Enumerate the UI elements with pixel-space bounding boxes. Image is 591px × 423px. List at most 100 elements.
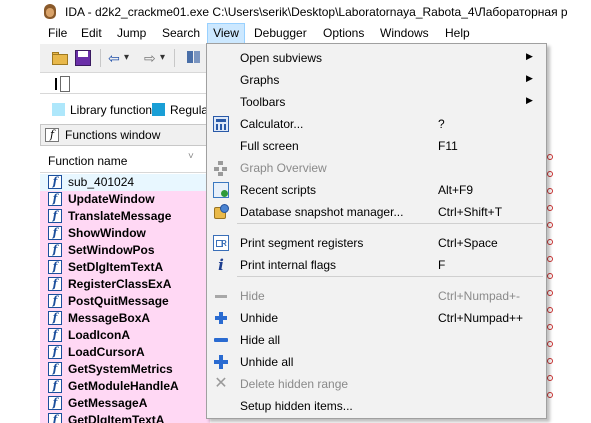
- menu-item-label: Open subviews: [240, 51, 323, 65]
- function-icon: f: [48, 277, 62, 291]
- view-menu-item-setup-hidden-items[interactable]: Setup hidden items...: [207, 395, 546, 417]
- function-icon: f: [48, 260, 62, 274]
- function-row[interactable]: f GetDlgItemTextA: [40, 412, 210, 423]
- menu-jump[interactable]: Jump: [117, 23, 146, 44]
- view-menu-item-open-subviews[interactable]: Open subviews ▶: [207, 47, 546, 69]
- function-row[interactable]: f sub_401024: [40, 174, 210, 191]
- unhide-all-icon: [213, 354, 229, 370]
- forward-dropdown-icon[interactable]: ▾: [160, 49, 170, 67]
- view-menu-item-hide-all[interactable]: Hide all: [207, 329, 546, 351]
- navigation-band[interactable]: [40, 72, 220, 94]
- menu-item-shortcut: Alt+F9: [438, 183, 474, 197]
- xref-marker-icon: [547, 375, 553, 381]
- function-icon: f: [48, 226, 62, 240]
- function-name: PostQuitMessage: [68, 294, 169, 308]
- xref-marker-icon: [547, 392, 553, 398]
- menu-help[interactable]: Help: [445, 23, 470, 44]
- xref-marker-icon: [547, 273, 553, 279]
- view-menu-dropdown: Open subviews ▶ Graphs ▶ Toolbars ▶ Calculator…: [206, 43, 547, 419]
- function-name: LoadCursorA: [68, 345, 145, 359]
- submenu-arrow-icon: ▶: [526, 51, 533, 61]
- menu-item-label: Print internal flags: [240, 258, 337, 272]
- function-icon: f: [48, 243, 62, 257]
- menu-item-shortcut: Ctrl+Numpad+-: [438, 289, 521, 303]
- view-menu-item-unhide[interactable]: Unhide Ctrl+Numpad++: [207, 307, 546, 329]
- function-name: GetModuleHandleA: [68, 379, 179, 393]
- unhide-icon: [213, 310, 229, 326]
- function-row[interactable]: f SetDlgItemTextA: [40, 259, 210, 276]
- function-name: SetDlgItemTextA: [68, 260, 164, 274]
- open-folder-icon[interactable]: [51, 49, 69, 67]
- menu-item-label: Calculator...: [240, 117, 304, 131]
- function-name: sub_401024: [68, 175, 135, 189]
- menu-item-shortcut: Ctrl+Shift+T: [438, 205, 503, 219]
- back-dropdown-icon[interactable]: ▾: [124, 49, 134, 67]
- function-name: SetWindowPos: [68, 243, 155, 257]
- view-menu-item-graphs[interactable]: Graphs ▶: [207, 69, 546, 91]
- function-row[interactable]: f LoadIconA: [40, 327, 210, 344]
- view-menu-item-print-internal-flags[interactable]: i Print internal flags F: [207, 254, 546, 276]
- menu-view[interactable]: View: [207, 23, 245, 44]
- binary-search-icon[interactable]: [186, 49, 204, 67]
- view-menu-item-calculator[interactable]: Calculator...?: [207, 113, 546, 135]
- menu-item-label: Toolbars: [240, 95, 286, 109]
- menu-item-shortcut: Ctrl+Numpad++: [438, 311, 524, 325]
- view-menu-item-database-snapshot-manager[interactable]: Database snapshot manager... Ctrl+Shift+T: [207, 201, 546, 223]
- function-name: MessageBoxA: [68, 311, 151, 325]
- submenu-arrow-icon: ▶: [526, 95, 533, 105]
- view-menu-item-print-segment-registers[interactable]: R Print segment registers Ctrl+Space: [207, 232, 546, 254]
- function-name: RegisterClassExA: [68, 277, 172, 291]
- xref-marker-icon: [547, 290, 553, 296]
- menu-file[interactable]: File: [48, 23, 67, 44]
- menu-item-label: Hide: [240, 289, 265, 303]
- function-row[interactable]: f GetMessageA: [40, 395, 210, 412]
- function-name-column-header[interactable]: Function name ˅: [40, 151, 210, 173]
- function-row[interactable]: f PostQuitMessage: [40, 293, 210, 310]
- function-icon: f: [48, 175, 62, 189]
- nav-position-marker[interactable]: [60, 76, 70, 92]
- xref-marker-icon: [547, 256, 553, 262]
- legend-library-label: Library function: [70, 103, 153, 117]
- xref-marker-icon: [547, 341, 553, 347]
- menu-item-shortcut: Ctrl+Space: [438, 236, 498, 250]
- function-row[interactable]: f LoadCursorA: [40, 344, 210, 361]
- function-icon: f: [45, 128, 59, 142]
- view-menu-item-recent-scripts[interactable]: Recent scripts Alt+F9: [207, 179, 546, 201]
- function-row[interactable]: f SetWindowPos: [40, 242, 210, 259]
- function-row[interactable]: f MessageBoxA: [40, 310, 210, 327]
- function-row[interactable]: f ShowWindow: [40, 225, 210, 242]
- functions-window-tab[interactable]: f Functions window: [40, 124, 220, 146]
- xref-marker-icon: [547, 324, 553, 330]
- view-menu-item-full-screen[interactable]: Full screen F11: [207, 135, 546, 157]
- function-row[interactable]: f GetModuleHandleA: [40, 378, 210, 395]
- view-menu-item-toolbars[interactable]: Toolbars ▶: [207, 91, 546, 113]
- hide-icon: [213, 288, 229, 304]
- menu-search[interactable]: Search: [162, 23, 200, 44]
- function-row[interactable]: f RegisterClassExA: [40, 276, 210, 293]
- function-row[interactable]: f UpdateWindow: [40, 191, 210, 208]
- xref-marker-icon: [547, 222, 553, 228]
- function-name: UpdateWindow: [68, 192, 155, 206]
- menu-item-shortcut: F: [438, 258, 446, 272]
- menu-item-label: Hide all: [240, 333, 281, 347]
- function-row[interactable]: f TranslateMessage: [40, 208, 210, 225]
- xref-marker-icon: [547, 239, 553, 245]
- menu-item-shortcut: F11: [438, 139, 458, 153]
- function-icon: f: [48, 311, 62, 325]
- menu-debugger[interactable]: Debugger: [254, 23, 307, 44]
- function-icon: f: [48, 379, 62, 393]
- menu-options[interactable]: Options: [323, 23, 364, 44]
- submenu-arrow-icon: ▶: [526, 73, 533, 83]
- toolbar-separator: [100, 49, 101, 67]
- save-icon[interactable]: [74, 49, 92, 67]
- function-icon: f: [48, 345, 62, 359]
- sort-chevron-icon: ˅: [188, 151, 194, 162]
- menu-edit[interactable]: Edit: [81, 23, 102, 44]
- menu-windows[interactable]: Windows: [380, 23, 429, 44]
- function-row[interactable]: f GetSystemMetrics: [40, 361, 210, 378]
- function-icon: f: [48, 192, 62, 206]
- info-icon: i: [218, 256, 224, 274]
- menu-item-label: Full screen: [240, 139, 299, 153]
- view-menu-item-unhide-all[interactable]: Unhide all: [207, 351, 546, 373]
- regular-function-swatch: [152, 103, 165, 116]
